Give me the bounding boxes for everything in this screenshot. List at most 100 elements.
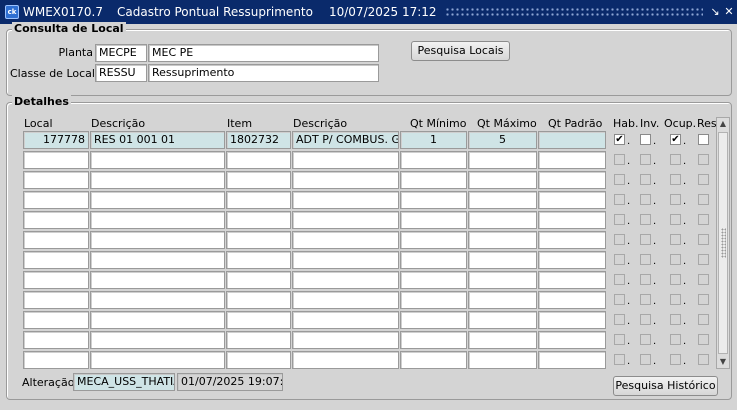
classe-desc-field[interactable]: Ressuprimento <box>148 64 379 82</box>
checkbox-ocup[interactable] <box>670 274 681 285</box>
cell-qt-maximo[interactable] <box>468 271 537 289</box>
checkbox-inv[interactable] <box>640 314 651 325</box>
scroll-thumb[interactable] <box>718 132 728 354</box>
cell-qt-padrao[interactable] <box>538 311 606 329</box>
cell-local[interactable]: 177778 <box>23 131 89 149</box>
planta-code-field[interactable]: MECPE <box>95 44 147 62</box>
cell-qt-maximo[interactable] <box>468 231 537 249</box>
cell-qt-maximo[interactable]: 5 <box>468 131 537 149</box>
checkbox-inv[interactable] <box>640 234 651 245</box>
cell-descricao2[interactable] <box>292 271 399 289</box>
cell-local[interactable] <box>23 351 89 369</box>
cell-item[interactable] <box>226 191 291 209</box>
cell-descricao2[interactable] <box>292 191 399 209</box>
cell-qt-minimo[interactable] <box>400 291 467 309</box>
cell-item[interactable] <box>226 151 291 169</box>
cell-local[interactable] <box>23 311 89 329</box>
cell-item[interactable] <box>226 171 291 189</box>
cell-qt-minimo[interactable] <box>400 191 467 209</box>
checkbox-inv[interactable] <box>640 354 651 365</box>
checkbox-res[interactable] <box>698 274 709 285</box>
checkbox-inv[interactable] <box>640 294 651 305</box>
cell-qt-minimo[interactable] <box>400 271 467 289</box>
checkbox-hab[interactable] <box>614 174 625 185</box>
checkbox-res[interactable] <box>698 294 709 305</box>
checkbox-hab[interactable] <box>614 234 625 245</box>
alteracao-date-field[interactable]: 01/07/2025 19:07:14 <box>177 373 283 391</box>
cell-local[interactable] <box>23 191 89 209</box>
cell-qt-maximo[interactable] <box>468 311 537 329</box>
cell-descricao2[interactable]: ADT P/ COMBUS. GA <box>292 131 399 149</box>
cell-local[interactable] <box>23 171 89 189</box>
cell-qt-minimo[interactable] <box>400 231 467 249</box>
cell-descricao2[interactable] <box>292 171 399 189</box>
pesquisa-historico-button[interactable]: Pesquisa Histórico <box>613 376 718 396</box>
cell-local[interactable] <box>23 331 89 349</box>
cell-qt-minimo[interactable] <box>400 331 467 349</box>
cell-local[interactable] <box>23 271 89 289</box>
planta-desc-field[interactable]: MEC PE <box>148 44 379 62</box>
cell-qt-maximo[interactable] <box>468 151 537 169</box>
checkbox-hab[interactable] <box>614 334 625 345</box>
checkbox-inv[interactable] <box>640 134 651 145</box>
cell-qt-maximo[interactable] <box>468 291 537 309</box>
checkbox-res[interactable] <box>698 194 709 205</box>
checkbox-inv[interactable] <box>640 174 651 185</box>
checkbox-hab[interactable]: ✔ <box>614 134 625 145</box>
cell-descricao1[interactable] <box>90 151 225 169</box>
cell-descricao1[interactable] <box>90 251 225 269</box>
checkbox-ocup[interactable] <box>670 154 681 165</box>
cell-qt-maximo[interactable] <box>468 351 537 369</box>
cell-local[interactable] <box>23 291 89 309</box>
cell-descricao2[interactable] <box>292 291 399 309</box>
cell-qt-minimo[interactable] <box>400 251 467 269</box>
cell-descricao1[interactable] <box>90 231 225 249</box>
cell-qt-maximo[interactable] <box>468 171 537 189</box>
cell-qt-maximo[interactable] <box>468 331 537 349</box>
checkbox-hab[interactable] <box>614 194 625 205</box>
cell-descricao1[interactable] <box>90 271 225 289</box>
cell-qt-minimo[interactable] <box>400 311 467 329</box>
cell-qt-padrao[interactable] <box>538 211 606 229</box>
cell-descricao2[interactable] <box>292 211 399 229</box>
cell-qt-padrao[interactable] <box>538 351 606 369</box>
cell-descricao1[interactable] <box>90 211 225 229</box>
checkbox-hab[interactable] <box>614 254 625 265</box>
checkbox-res[interactable] <box>698 334 709 345</box>
checkbox-res[interactable] <box>698 214 709 225</box>
cell-descricao2[interactable] <box>292 331 399 349</box>
cell-descricao1[interactable]: RES 01 001 01 <box>90 131 225 149</box>
cell-descricao2[interactable] <box>292 231 399 249</box>
checkbox-inv[interactable] <box>640 334 651 345</box>
checkbox-res[interactable] <box>698 354 709 365</box>
cell-qt-padrao[interactable] <box>538 271 606 289</box>
cell-descricao2[interactable] <box>292 311 399 329</box>
cell-qt-padrao[interactable] <box>538 331 606 349</box>
cell-descricao2[interactable] <box>292 151 399 169</box>
cell-qt-maximo[interactable] <box>468 211 537 229</box>
scroll-down-icon[interactable]: ▼ <box>717 356 729 368</box>
checkbox-ocup[interactable] <box>670 214 681 225</box>
cell-item[interactable] <box>226 311 291 329</box>
cell-qt-padrao[interactable] <box>538 151 606 169</box>
cell-descricao1[interactable] <box>90 351 225 369</box>
checkbox-ocup[interactable]: ✔ <box>670 134 681 145</box>
cell-descricao2[interactable] <box>292 351 399 369</box>
cell-local[interactable] <box>23 151 89 169</box>
checkbox-inv[interactable] <box>640 254 651 265</box>
checkbox-hab[interactable] <box>614 314 625 325</box>
checkbox-ocup[interactable] <box>670 174 681 185</box>
cell-item[interactable]: 1802732 <box>226 131 291 149</box>
cell-item[interactable] <box>226 211 291 229</box>
checkbox-res[interactable] <box>698 134 709 145</box>
cell-descricao1[interactable] <box>90 311 225 329</box>
window-titlebar[interactable]: ck WMEX0170.7 Cadastro Pontual Ressuprim… <box>0 0 737 24</box>
classe-code-field[interactable]: RESSU <box>95 64 147 82</box>
checkbox-res[interactable] <box>698 254 709 265</box>
cell-item[interactable] <box>226 291 291 309</box>
checkbox-res[interactable] <box>698 234 709 245</box>
cell-qt-minimo[interactable]: 1 <box>400 131 467 149</box>
cell-qt-padrao[interactable] <box>538 231 606 249</box>
cell-descricao1[interactable] <box>90 331 225 349</box>
cell-descricao1[interactable] <box>90 191 225 209</box>
